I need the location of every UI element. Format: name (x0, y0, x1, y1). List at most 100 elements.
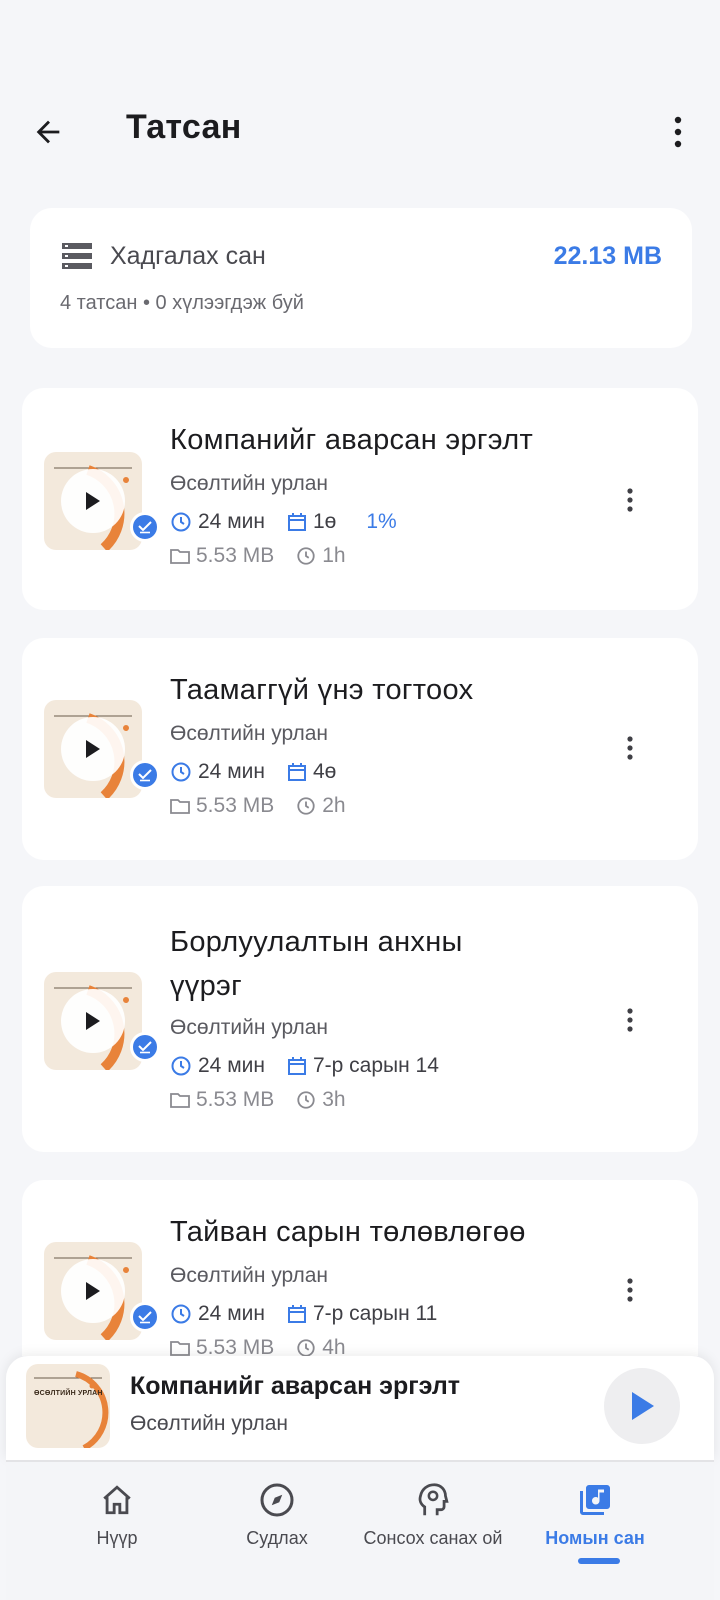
track-file-meta: 5.53 MB 1h (170, 544, 368, 568)
item-menu-button[interactable] (618, 726, 642, 770)
track-duration: 24 мин (198, 1302, 265, 1325)
check-icon (138, 521, 152, 534)
nav-label-listening-memory: Сонсох санах ой (363, 1528, 503, 1548)
check-icon (138, 1041, 152, 1054)
cover-text: ӨСӨЛТИЙН УРЛАН (34, 1390, 103, 1397)
track-date: 1ө (312, 510, 337, 533)
nav-label-library: Номын сан (545, 1528, 645, 1548)
check-icon (138, 769, 152, 782)
track-cover (44, 972, 142, 1070)
list-item[interactable]: Компанийг аварсан эргэлт Өсөлтийн урлан … (22, 388, 698, 610)
active-tab-indicator (578, 1558, 620, 1564)
list-item[interactable]: Таамаггүй үнэ тогтоох Өсөлтийн урлан 24 … (22, 638, 698, 860)
track-artist: Өсөлтийн урлан (170, 472, 329, 495)
play-icon (86, 1012, 100, 1030)
clock-icon (171, 1056, 191, 1076)
file-size: 5.53 MB (196, 1336, 275, 1356)
now-playing-artist: Өсөлтийн урлан (130, 1412, 289, 1435)
downloaded-ago: 4h (322, 1336, 346, 1356)
storage-label: Хадгалах сан (110, 242, 266, 270)
track-title: Тайван сарын төлөвлөгөө (170, 1216, 526, 1248)
brain-icon (418, 1483, 449, 1516)
more-vertical-icon (627, 488, 633, 512)
track-date: 4ө (312, 760, 337, 783)
calendar-icon (287, 1305, 306, 1323)
track-title: Борлуулалтын анхны үүрэг (170, 926, 463, 1002)
calendar-icon (287, 1057, 306, 1075)
track-artist: Өсөлтийн урлан (170, 1016, 329, 1039)
downloaded-check-badge (130, 760, 160, 790)
download-summary: 4 татсан • 0 хүлээгдэж буй (60, 292, 304, 314)
mini-player[interactable]: ӨСӨЛТИЙН УРЛАН Компанийг аварсан эргэлт … (6, 1356, 714, 1460)
nav-label-explore: Судлах (246, 1528, 308, 1548)
nav-item-home[interactable]: Нүүр (32, 1480, 202, 1549)
bottom-nav: Нүүр Судлах Сонсох санах ой Номын сан (6, 1460, 714, 1600)
track-duration: 24 мин (198, 760, 265, 783)
play-icon (86, 492, 100, 510)
track-title: Таамаггүй үнэ тогтоох (170, 674, 474, 706)
downloaded-check-badge (130, 1032, 160, 1062)
listen-progress: 1% (366, 510, 397, 533)
track-meta: 24 мин 4ө (170, 760, 358, 784)
overflow-menu-button[interactable] (666, 110, 690, 154)
track-cover (44, 1242, 142, 1340)
track-meta: 24 мин 7-р сарын 11 (170, 1302, 459, 1326)
now-playing-title: Компанийг аварсан эргэлт (130, 1372, 460, 1400)
clock-icon (297, 1091, 315, 1109)
nav-item-listening-memory[interactable]: Сонсох санах ой (348, 1480, 518, 1549)
clock-icon (171, 762, 191, 782)
folder-icon (170, 1093, 190, 1108)
check-icon (138, 1311, 152, 1324)
play-button[interactable] (61, 989, 125, 1053)
mini-play-button[interactable] (604, 1368, 680, 1444)
storage-card: Хадгалах сан 22.13 MB 4 татсан • 0 хүлээ… (30, 208, 692, 348)
track-title: Компанийг аварсан эргэлт (170, 424, 534, 456)
compass-icon (260, 1483, 294, 1517)
track-file-meta: 5.53 MB 4h (170, 1336, 368, 1356)
track-cover (44, 452, 142, 550)
clock-icon (297, 797, 315, 815)
item-menu-button[interactable] (618, 1268, 642, 1312)
play-button[interactable] (61, 469, 125, 533)
track-file-meta: 5.53 MB 2h (170, 794, 368, 818)
library-music-icon (580, 1485, 610, 1515)
downloads-list[interactable]: Компанийг аварсан эргэлт Өсөлтийн урлан … (0, 386, 720, 1356)
downloaded-check-badge (130, 512, 160, 542)
more-vertical-icon (674, 116, 682, 148)
storage-icon (62, 243, 92, 269)
play-button[interactable] (61, 1259, 125, 1323)
track-cover (44, 700, 142, 798)
track-file-meta: 5.53 MB 3h (170, 1088, 368, 1112)
arrow-left-icon (36, 120, 60, 144)
item-menu-button[interactable] (618, 478, 642, 522)
track-artist: Өсөлтийн урлан (170, 1264, 329, 1287)
play-icon (632, 1392, 654, 1420)
nav-item-explore[interactable]: Судлах (192, 1480, 362, 1549)
clock-icon (297, 1339, 315, 1356)
downloaded-ago: 1h (322, 544, 346, 567)
more-vertical-icon (627, 1278, 633, 1302)
app-header: Татсан (0, 90, 720, 170)
clock-icon (171, 512, 191, 532)
clock-icon (297, 547, 315, 565)
item-menu-button[interactable] (618, 998, 642, 1042)
home-icon (103, 1485, 131, 1515)
file-size: 5.53 MB (196, 794, 275, 817)
more-vertical-icon (627, 736, 633, 760)
page-title: Татсан (126, 108, 242, 146)
track-date: 7-р сарын 14 (312, 1054, 439, 1077)
track-duration: 24 мин (198, 510, 265, 533)
nav-label-home: Нүүр (96, 1528, 138, 1548)
list-item[interactable]: Тайван сарын төлөвлөгөө Өсөлтийн урлан 2… (22, 1180, 698, 1356)
list-item[interactable]: Борлуулалтын анхны үүрэг Өсөлтийн урлан … (22, 886, 698, 1152)
back-button[interactable] (26, 110, 70, 154)
downloaded-check-badge (130, 1302, 160, 1332)
play-button[interactable] (61, 717, 125, 781)
play-icon (86, 1282, 100, 1300)
track-meta: 24 мин 1ө 1% (170, 510, 419, 534)
nav-item-library[interactable]: Номын сан (510, 1480, 680, 1549)
track-duration: 24 мин (198, 1054, 265, 1077)
calendar-icon (287, 513, 306, 531)
file-size: 5.53 MB (196, 1088, 275, 1111)
folder-icon (170, 1341, 190, 1356)
